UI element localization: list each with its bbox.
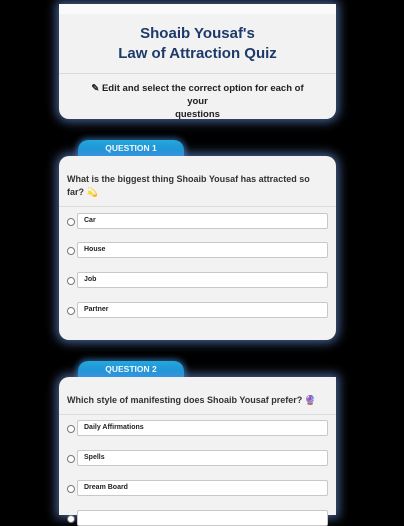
question-1-divider (59, 206, 336, 207)
pencil-icon: ✎ (91, 83, 100, 94)
question-2-option-4[interactable] (67, 510, 328, 526)
option-text-field[interactable]: Dream Board (77, 480, 328, 496)
option-text-field[interactable] (77, 510, 328, 526)
question-2-option-3[interactable]: Dream Board (67, 480, 328, 496)
option-text-field[interactable]: Job (77, 272, 328, 288)
radio-button[interactable] (67, 485, 75, 493)
question-2-card: Which style of manifesting does Shoaib Y… (59, 377, 336, 526)
question-2-option-1[interactable]: Daily Affirmations (67, 420, 328, 436)
header-top-strip (59, 4, 336, 14)
question-1-tab: QUESTION 1 (78, 140, 184, 156)
question-1-card: What is the biggest thing Shoaib Yousaf … (59, 156, 336, 340)
question-1-text-line-2: far? (67, 187, 85, 197)
quiz-header-card: Shoaib Yousaf's Law of Attraction Quiz ✎… (59, 4, 336, 121)
option-text-field[interactable]: Daily Affirmations (77, 420, 328, 436)
crystal-ball-icon: 🔮 (304, 395, 316, 405)
option-text-field[interactable]: House (77, 242, 328, 258)
question-2-text: Which style of manifesting does Shoaib Y… (59, 377, 336, 407)
title-line-1: Shoaib Yousaf's (140, 25, 255, 42)
question-2-tab: QUESTION 2 (78, 361, 184, 377)
question-2-text-line-1: Which style of manifesting does Shoaib Y… (67, 395, 303, 405)
question-2-divider (59, 414, 336, 415)
question-2-option-2[interactable]: Spells (67, 450, 328, 466)
radio-button[interactable] (67, 307, 75, 315)
option-text-field[interactable]: Partner (77, 302, 328, 318)
title-line-2: Law of Attraction Quiz (118, 45, 277, 62)
option-text-field[interactable]: Car (77, 213, 328, 229)
question-1-option-4[interactable]: Partner (67, 302, 328, 318)
question-1-option-1[interactable]: Car (67, 213, 328, 229)
radio-button[interactable] (67, 277, 75, 285)
question-1-text: What is the biggest thing Shoaib Yousaf … (59, 156, 336, 199)
dizzy-star-icon: 💫 (86, 187, 98, 197)
instructions-line-2: questions (175, 109, 220, 120)
radio-button[interactable] (67, 218, 75, 226)
radio-button[interactable] (67, 515, 75, 523)
question-1-option-3[interactable]: Job (67, 272, 328, 288)
radio-button[interactable] (67, 247, 75, 255)
option-text-field[interactable]: Spells (77, 450, 328, 466)
quiz-instructions: ✎ Edit and select the correct option for… (59, 74, 336, 121)
radio-button[interactable] (67, 425, 75, 433)
radio-button[interactable] (67, 455, 75, 463)
quiz-title: Shoaib Yousaf's Law of Attraction Quiz (59, 24, 336, 64)
question-1-option-2[interactable]: House (67, 242, 328, 258)
instructions-line-1: Edit and select the correct option for e… (101, 83, 304, 107)
question-1-text-line-1: What is the biggest thing Shoaib Yousaf … (67, 174, 310, 184)
